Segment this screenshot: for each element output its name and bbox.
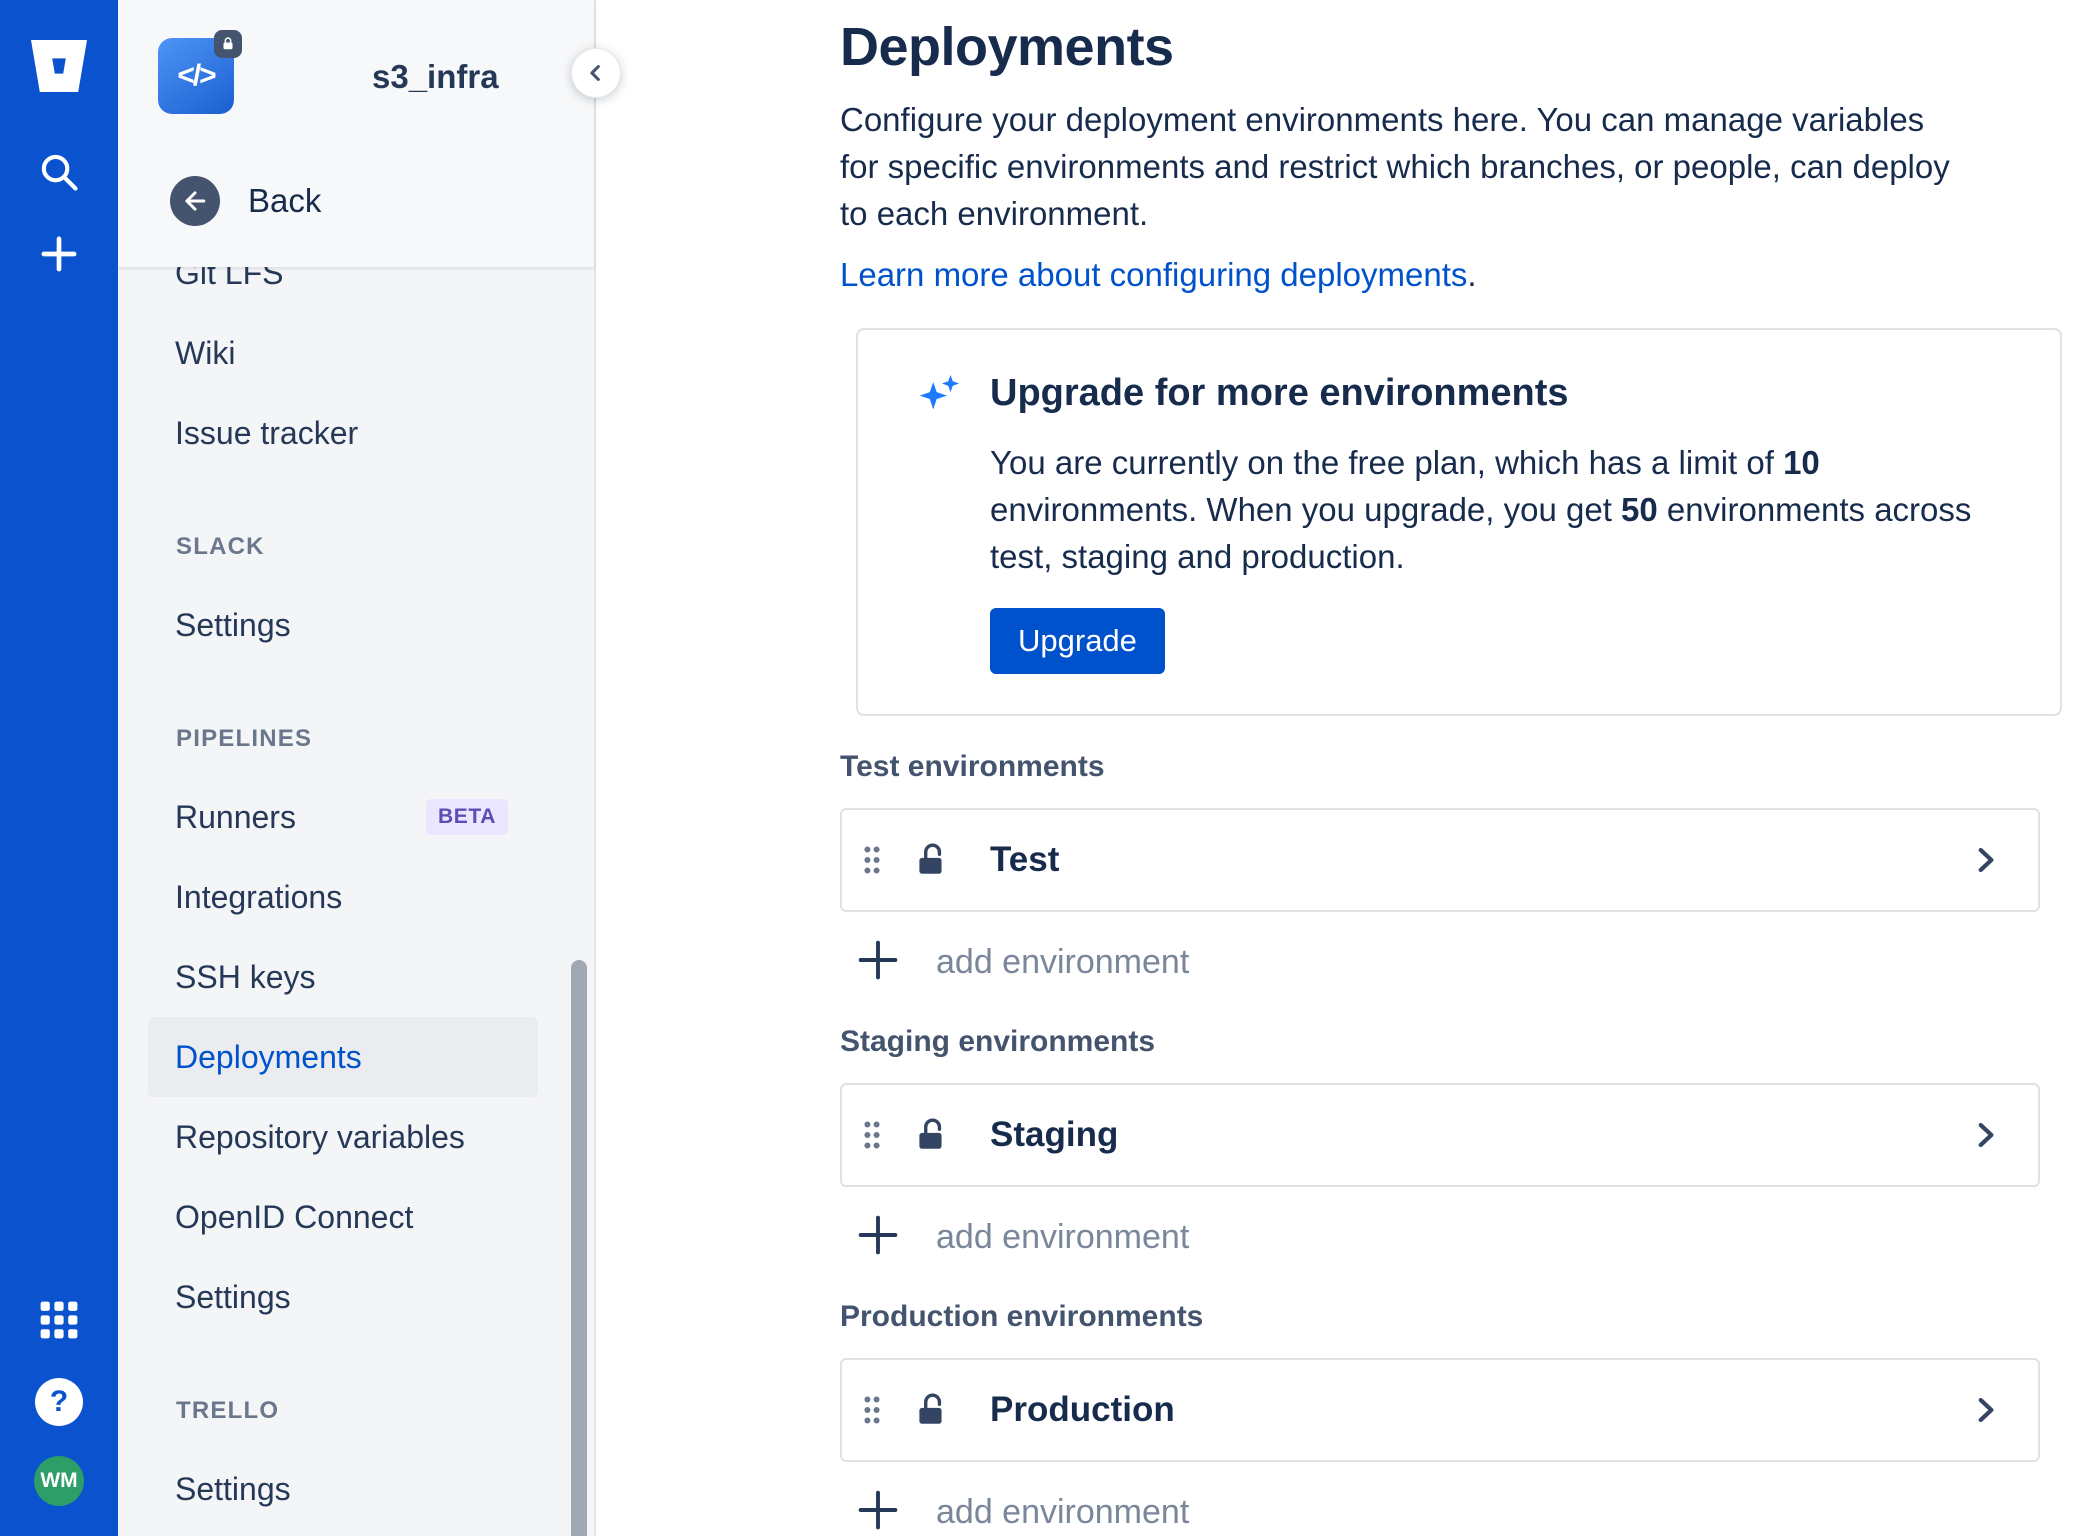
production-environments-group: Production environments Production add e… bbox=[840, 1300, 2050, 1536]
add-environment-label: add environment bbox=[936, 943, 1190, 982]
sidebar-item-integrations[interactable]: Integrations bbox=[148, 857, 538, 937]
page-title: Deployments bbox=[840, 17, 1174, 77]
help-glyph: ? bbox=[35, 1378, 83, 1426]
back-label: Back bbox=[248, 182, 322, 219]
back-arrow-icon bbox=[170, 176, 220, 226]
add-environment-label: add environment bbox=[936, 1493, 1190, 1532]
help-icon[interactable]: ? bbox=[31, 1374, 87, 1430]
environment-row-test[interactable]: Test bbox=[840, 808, 2040, 913]
environment-row-production[interactable]: Production bbox=[840, 1358, 2040, 1463]
link-suffix: . bbox=[1467, 255, 1477, 293]
add-environment-label: add environment bbox=[936, 1218, 1190, 1257]
chevron-right-icon bbox=[1968, 843, 2002, 877]
upgrade-button[interactable]: Upgrade bbox=[990, 608, 1165, 675]
drag-handle-icon[interactable] bbox=[860, 1393, 884, 1427]
unlock-icon bbox=[912, 1116, 950, 1154]
env-group-label: Production environments bbox=[840, 1300, 1204, 1334]
repo-sidebar: </> s3_infra Back Git LFS Wiki Issue tra… bbox=[118, 0, 621, 1536]
sidebar-nav-list: Git LFS Wiki Issue tracker SLACK Setting… bbox=[118, 267, 594, 1536]
sidebar-section-trello: TRELLO bbox=[176, 1397, 280, 1424]
deployments-page: Deployments Configure your deployment en… bbox=[598, 0, 2090, 1536]
bitbucket-logo-icon[interactable] bbox=[27, 34, 91, 98]
app-switcher-icon[interactable] bbox=[31, 1292, 87, 1348]
chevron-right-icon bbox=[1968, 1118, 2002, 1152]
drag-handle-icon[interactable] bbox=[860, 1118, 884, 1152]
sidebar-item-git-lfs[interactable]: Git LFS bbox=[148, 267, 538, 313]
sidebar-scrollbar[interactable] bbox=[571, 960, 587, 1536]
learn-more-line: Learn more about configuring deployments… bbox=[840, 256, 2050, 294]
collapse-sidebar-button[interactable] bbox=[571, 48, 621, 98]
upgrade-text: You are currently on the free plan, whic… bbox=[990, 443, 1972, 575]
user-avatar[interactable]: WM bbox=[34, 1456, 84, 1506]
plus-icon bbox=[852, 1484, 904, 1536]
sidebar-item-pipelines-settings[interactable]: Settings bbox=[148, 1257, 538, 1337]
unlock-icon bbox=[912, 1391, 950, 1429]
repo-name: s3_infra bbox=[372, 58, 499, 95]
sidebar-item-slack-settings[interactable]: Settings bbox=[148, 585, 538, 665]
create-plus-icon[interactable] bbox=[31, 226, 87, 282]
plus-icon bbox=[852, 934, 904, 991]
sidebar-header: </> s3_infra Back bbox=[118, 0, 594, 267]
learn-more-link[interactable]: Learn more about configuring deployments bbox=[840, 256, 1467, 293]
drag-handle-icon[interactable] bbox=[860, 843, 884, 877]
search-icon[interactable] bbox=[31, 144, 87, 200]
upgrade-heading: Upgrade for more environments bbox=[990, 371, 1569, 414]
paid-limit: 50 bbox=[1621, 490, 1658, 528]
env-group-label: Staging environments bbox=[840, 1025, 1156, 1059]
avatar-initials: WM bbox=[40, 1469, 78, 1492]
environment-row-staging[interactable]: Staging bbox=[840, 1083, 2040, 1188]
repo-avatar: </> bbox=[158, 30, 242, 114]
sidebar-item-trello-settings[interactable]: Settings bbox=[148, 1449, 538, 1529]
bitbucket-app: ? WM </> s3_infra Back Git LFS Wiki Issu… bbox=[0, 0, 2090, 1536]
environment-name: Staging bbox=[990, 1115, 1119, 1155]
add-environment-button[interactable]: add environment bbox=[852, 1484, 1189, 1536]
sidebar-section-pipelines: PIPELINES bbox=[176, 725, 313, 752]
sidebar-item-openid-connect[interactable]: OpenID Connect bbox=[148, 1177, 538, 1257]
sidebar-section-slack: SLACK bbox=[176, 533, 265, 560]
beta-badge: BETA bbox=[425, 799, 508, 835]
unlock-icon bbox=[912, 841, 950, 879]
upgrade-card-body: Upgrade for more environments You are cu… bbox=[990, 370, 2002, 675]
sidebar-item-runners[interactable]: Runners BETA bbox=[148, 777, 538, 857]
sidebar-item-repository-variables[interactable]: Repository variables bbox=[148, 1097, 538, 1177]
private-lock-icon bbox=[214, 30, 242, 58]
add-environment-button[interactable]: add environment bbox=[852, 1209, 1189, 1266]
global-nav-rail: ? WM bbox=[0, 0, 118, 1536]
chevron-right-icon bbox=[1968, 1393, 2002, 1427]
code-glyph: </> bbox=[177, 59, 216, 92]
plus-icon bbox=[852, 1209, 904, 1266]
test-environments-group: Test environments Test add environment bbox=[840, 750, 2050, 991]
add-environment-button[interactable]: add environment bbox=[852, 934, 1189, 991]
env-group-label: Test environments bbox=[840, 750, 1105, 784]
upgrade-card: Upgrade for more environments You are cu… bbox=[856, 327, 2062, 717]
back-button[interactable]: Back bbox=[170, 176, 321, 226]
environment-name: Test bbox=[990, 840, 1060, 880]
sidebar-item-ssh-keys[interactable]: SSH keys bbox=[148, 937, 538, 1017]
sidebar-item-wiki[interactable]: Wiki bbox=[148, 313, 538, 393]
staging-environments-group: Staging environments Staging add environ… bbox=[840, 1025, 2050, 1266]
sidebar-item-deployments[interactable]: Deployments bbox=[148, 1017, 538, 1097]
page-description: Configure your deployment environments h… bbox=[840, 101, 1950, 233]
sparkle-icon bbox=[916, 372, 962, 418]
environment-name: Production bbox=[990, 1390, 1175, 1430]
free-limit: 10 bbox=[1783, 443, 1820, 481]
sidebar-item-issue-tracker[interactable]: Issue tracker bbox=[148, 393, 538, 473]
